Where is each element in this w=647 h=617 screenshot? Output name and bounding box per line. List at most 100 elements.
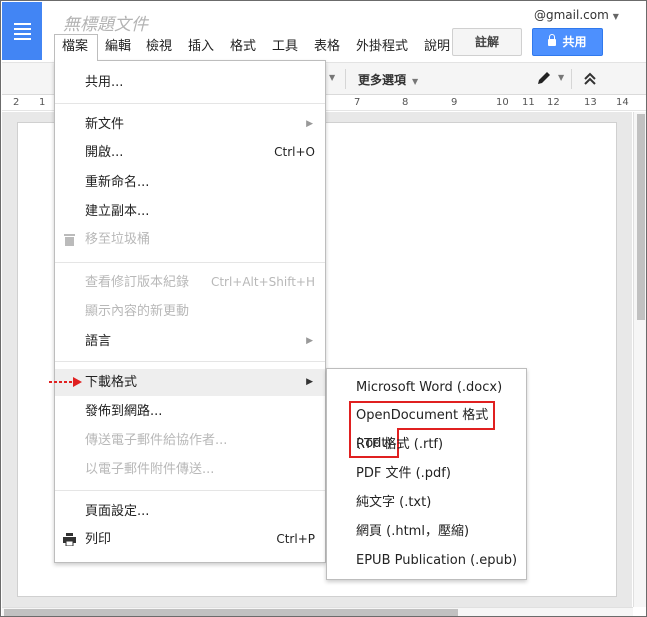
shortcut-label: Ctrl+O	[274, 145, 315, 159]
share-button[interactable]: 共用	[532, 28, 603, 56]
menu-edit[interactable]: 編輯	[105, 34, 131, 61]
menu-item-label: 傳送電子郵件給協作者...	[85, 433, 228, 448]
submenu-item-label: 網頁 (.html，壓縮)	[356, 524, 470, 539]
submenu-arrow-icon: ▶	[306, 377, 313, 387]
menu-insert[interactable]: 插入	[188, 34, 214, 61]
submenu-item-label: Microsoft Word (.docx)	[356, 380, 503, 395]
submenu-item-label: EPUB Publication (.epub)	[356, 553, 518, 568]
download-docx[interactable]: Microsoft Word (.docx)	[327, 374, 526, 402]
download-odt[interactable]: OpenDocument 格式 (.odt)	[327, 401, 526, 458]
menu-item-label: 列印	[85, 532, 112, 547]
more-options-button[interactable]: 更多選項 ▼	[358, 71, 418, 88]
menu-item-rename[interactable]: 重新命名...	[55, 169, 325, 196]
scrollbar-thumb[interactable]	[637, 114, 645, 320]
submenu-arrow-icon: ▶	[306, 336, 313, 346]
menu-format[interactable]: 格式	[230, 34, 256, 61]
menu-help[interactable]: 說明	[424, 34, 450, 61]
menu-item-new[interactable]: 新文件 ▶	[55, 111, 325, 138]
more-options-label: 更多選項	[358, 73, 407, 87]
menu-separator	[55, 262, 325, 263]
pencil-icon[interactable]	[535, 71, 555, 87]
chevron-down-icon[interactable]: ▼	[558, 73, 564, 82]
menu-item-label: 顯示內容的新更動	[85, 304, 190, 319]
menu-bar: 檔案 編輯 檢視 插入 格式 工具 表格 外掛程式 說明	[1, 34, 461, 61]
chevron-down-icon: ▼	[412, 77, 419, 86]
menu-item-label: 建立副本...	[85, 204, 150, 219]
scrollbar-thumb[interactable]	[4, 609, 458, 616]
menu-item-download-as[interactable]: 下載格式 ▶	[55, 369, 325, 396]
ruler-tick: 8	[402, 97, 409, 108]
menu-item-open[interactable]: 開啟... Ctrl+O	[55, 139, 325, 166]
submenu-item-label: 純文字 (.txt)	[356, 495, 432, 510]
chevron-down-icon: ▼	[612, 12, 619, 21]
menu-item-label: 下載格式	[85, 375, 138, 390]
menu-addons[interactable]: 外掛程式	[356, 34, 408, 61]
menu-view[interactable]: 檢視	[146, 34, 172, 61]
menu-item-print[interactable]: 列印 Ctrl+P	[55, 526, 325, 553]
ruler-tick: 12	[547, 97, 560, 108]
menu-item-label: 以電子郵件附件傳送...	[85, 462, 215, 477]
shortcut-label: Ctrl+Alt+Shift+H	[210, 275, 315, 289]
collapse-icon[interactable]	[582, 71, 598, 87]
menu-separator	[55, 361, 325, 362]
menu-item-page-setup[interactable]: 頁面設定...	[55, 498, 325, 525]
ruler-tick: 13	[584, 97, 597, 108]
ruler-tick: 14	[616, 97, 629, 108]
menu-item-make-copy[interactable]: 建立副本...	[55, 198, 325, 225]
menu-item-move-to-trash: 移至垃圾桶	[55, 226, 325, 253]
account-switcher[interactable]: @gmail.com ▼	[534, 8, 619, 22]
menu-separator	[55, 490, 325, 491]
menu-item-language[interactable]: 語言 ▶	[55, 328, 325, 355]
menu-item-label: 新文件	[85, 117, 125, 132]
ruler-tick: 1	[39, 97, 46, 108]
menu-item-label: 開啟...	[85, 145, 124, 160]
horizontal-scrollbar[interactable]	[2, 607, 633, 616]
printer-icon	[63, 533, 76, 546]
trash-icon	[64, 234, 75, 246]
file-menu: 共用... 新文件 ▶ 開啟... Ctrl+O 重新命名... 建立副本... 移…	[54, 60, 326, 563]
vertical-scrollbar[interactable]	[633, 112, 646, 607]
window-frame: 無標題文件 @gmail.com ▼ 檔案 編輯 檢視 插入 格式 工具 表格 外…	[0, 0, 647, 617]
lock-icon	[548, 34, 557, 46]
menu-item-email-collaborators: 傳送電子郵件給協作者...	[55, 427, 325, 454]
menu-separator	[55, 103, 325, 104]
download-rtf[interactable]: RTF 格式 (.rtf)	[327, 431, 526, 459]
comments-button[interactable]: 註解	[452, 28, 522, 56]
menu-item-email-as-attachment: 以電子郵件附件傳送...	[55, 456, 325, 483]
download-as-submenu: Microsoft Word (.docx) OpenDocument 格式 (…	[326, 368, 527, 580]
download-pdf[interactable]: PDF 文件 (.pdf)	[327, 460, 526, 488]
menu-item-label: 移至垃圾桶	[85, 232, 151, 247]
menu-item-label: 重新命名...	[85, 175, 150, 190]
menu-item-publish-to-web[interactable]: 發佈到網路...	[55, 398, 325, 425]
account-email: @gmail.com	[534, 8, 609, 22]
submenu-arrow-icon: ▶	[306, 119, 313, 129]
ruler-tick: 7	[354, 97, 361, 108]
menu-table[interactable]: 表格	[314, 34, 340, 61]
menu-item-label: 查看修訂版本紀錄	[85, 275, 190, 290]
toolbar-divider	[345, 69, 346, 89]
download-html[interactable]: 網頁 (.html，壓縮)	[327, 518, 526, 546]
menu-item-see-new-changes: 顯示內容的新更動	[55, 298, 325, 325]
share-button-label: 共用	[562, 35, 587, 49]
ruler-tick: 11	[522, 97, 535, 108]
download-epub[interactable]: EPUB Publication (.epub)	[327, 547, 526, 575]
menu-item-label: 共用...	[85, 75, 124, 90]
menu-tools[interactable]: 工具	[272, 34, 298, 61]
menu-item-label: 頁面設定...	[85, 504, 150, 519]
menu-file[interactable]: 檔案	[54, 34, 98, 61]
annotation-arrow-icon	[49, 377, 82, 387]
download-txt[interactable]: 純文字 (.txt)	[327, 489, 526, 517]
menu-item-label: 語言	[85, 334, 112, 349]
submenu-item-label: RTF 格式 (.rtf)	[356, 437, 444, 452]
ruler-tick: 2	[13, 97, 20, 108]
document-title[interactable]: 無標題文件	[63, 10, 148, 35]
menu-item-revision-history: 查看修訂版本紀錄 Ctrl+Alt+Shift+H	[55, 269, 325, 296]
toolbar-divider	[571, 69, 572, 89]
menu-item-share[interactable]: 共用...	[55, 69, 325, 96]
ruler-tick: 9	[451, 97, 458, 108]
ruler-tick: 10	[496, 97, 509, 108]
submenu-item-label: PDF 文件 (.pdf)	[356, 466, 451, 481]
menu-item-label: 發佈到網路...	[85, 404, 163, 419]
shortcut-label: Ctrl+P	[276, 532, 315, 546]
chevron-down-icon[interactable]: ▼	[329, 73, 335, 82]
